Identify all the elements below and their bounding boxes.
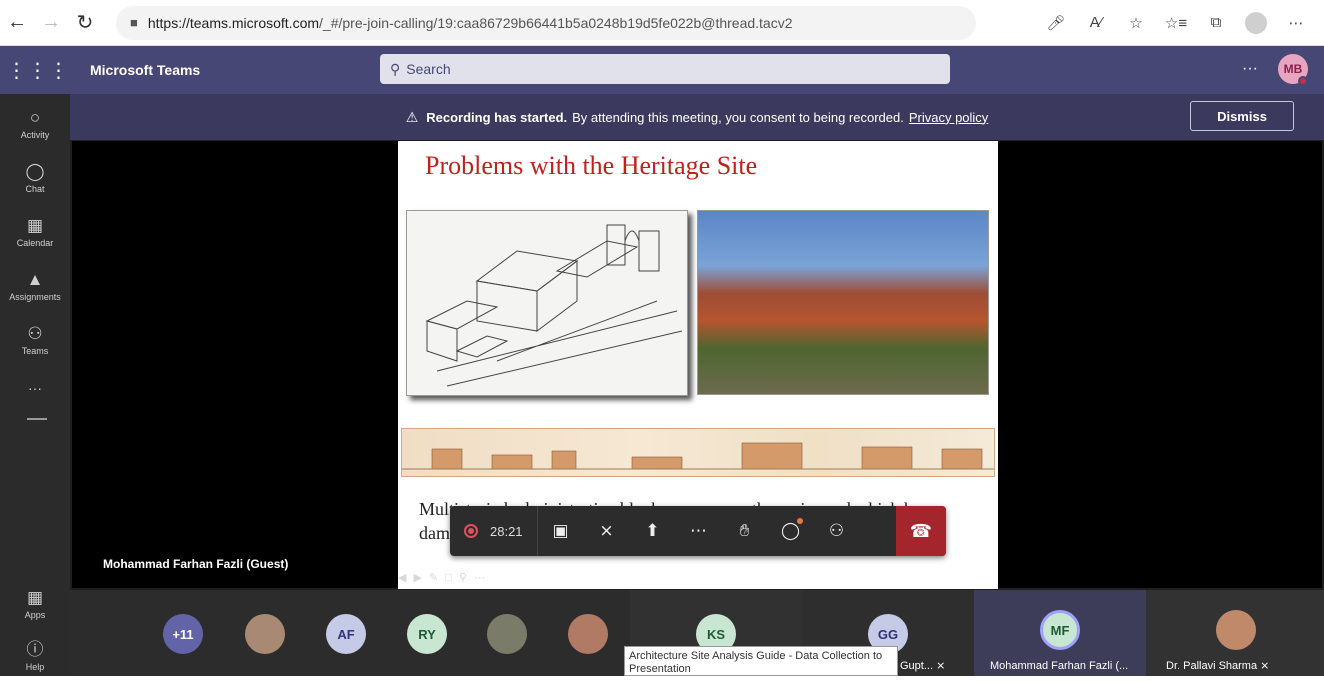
rail-item-chat[interactable]: ◯ Chat <box>0 152 70 204</box>
tooltip: Architecture Site Analysis Guide - Data … <box>624 646 898 676</box>
banner-bold: Recording has started. <box>426 109 568 125</box>
rail-label: Apps <box>24 610 46 620</box>
avatar <box>1216 610 1256 650</box>
rail-divider <box>27 418 47 420</box>
chat-icon[interactable]: ◯ <box>768 506 814 556</box>
read-aloud-icon[interactable]: A⁄ <box>1078 6 1114 40</box>
app-title: Microsoft Teams <box>90 62 201 78</box>
facade-strip-image <box>401 428 995 477</box>
presenter-name: Mohammad Farhan Fazli (Guest) <box>103 557 289 571</box>
participant-name: Gupt... ⨯ <box>900 660 946 672</box>
avatar-initials: MB <box>1283 62 1303 76</box>
status-icon <box>1298 76 1308 86</box>
slide-title: Problems with the Heritage Site <box>425 151 758 180</box>
app-bar: ○ Activity ◯ Chat ▦ Calendar ▲ Assignmen… <box>0 94 70 676</box>
rail-item-help[interactable]: ⓘ Help <box>0 630 70 682</box>
browser-toolbar: ← → ↻ ■ https://teams.microsoft.com/_#/p… <box>0 0 1324 46</box>
avatar-initials: KS <box>706 626 726 642</box>
favorites-icon[interactable]: ☆≡ <box>1158 6 1194 40</box>
rail-item-activity[interactable]: ○ Activity <box>0 98 70 150</box>
forward-icon[interactable]: → <box>34 6 68 40</box>
warning-icon: ⚠ <box>405 108 419 125</box>
url-host: https://teams.microsoft.com <box>147 14 320 31</box>
avatar[interactable] <box>487 614 527 654</box>
participants-icon[interactable]: ⚇ <box>814 506 860 556</box>
participant-avatars: +11 AF RY <box>70 590 630 676</box>
browser-menu-icon[interactable]: ⋯ <box>1278 6 1314 40</box>
chat-icon: ◯ <box>25 162 45 181</box>
microphone-icon[interactable]: 🎤︎ <box>1038 6 1074 40</box>
avatar-initials: +11 <box>172 626 194 642</box>
dismiss-button[interactable]: Dismiss <box>1190 101 1294 131</box>
more-participants-button[interactable]: +11 <box>163 614 203 654</box>
avatar[interactable]: AF <box>326 614 366 654</box>
url-path: /_#/pre-join-calling/19:caa86729b66441b5… <box>319 14 793 31</box>
unread-badge <box>796 518 803 524</box>
camera-off-icon[interactable]: ▣ <box>538 506 584 556</box>
hang-up-icon[interactable]: ☎ <box>896 506 946 556</box>
more-apps-icon[interactable]: ··· <box>0 380 70 396</box>
rail-label: Calendar <box>16 238 54 248</box>
search-input[interactable]: ⚲ Search <box>380 54 950 84</box>
profile-icon[interactable] <box>1238 6 1274 40</box>
participant-name: Dr. Pallavi Sharma ⨯ <box>1166 660 1270 672</box>
search-icon: ⚲ <box>390 60 401 77</box>
refresh-icon[interactable]: ↻ <box>68 6 102 40</box>
favorite-add-icon[interactable]: ☆ <box>1118 6 1154 40</box>
help-icon: ⓘ <box>26 640 44 659</box>
more-options-icon[interactable]: ··· <box>1242 60 1258 78</box>
participant-tile[interactable]: Dr. Pallavi Sharma ⨯ <box>1146 590 1324 676</box>
avatar-initials: RY <box>418 626 436 642</box>
lock-icon: ■ <box>130 15 138 30</box>
back-icon[interactable]: ← <box>0 6 34 40</box>
collections-icon[interactable]: ⧉ <box>1198 6 1234 40</box>
address-bar[interactable]: ■ https://teams.microsoft.com/_#/pre-joi… <box>116 5 976 40</box>
avatar[interactable]: MB <box>1278 54 1308 86</box>
apps-icon: ▦ <box>26 588 44 607</box>
rail-label: Activity <box>20 130 50 140</box>
avatar[interactable] <box>245 614 285 654</box>
avatar-initials: MF <box>1050 622 1070 638</box>
rail-label: Chat <box>25 184 45 194</box>
slide-navigation[interactable]: ◀ ▶ ✎ □ ⚲ ⋯ <box>398 571 487 584</box>
rail-item-assignments[interactable]: ▲ Assignments <box>0 260 70 312</box>
rail-item-calendar[interactable]: ▦ Calendar <box>0 206 70 258</box>
rail-label: Assignments <box>9 292 61 302</box>
app-launcher-icon[interactable]: ⋮⋮⋮ <box>0 46 76 94</box>
teams-icon: ⚇ <box>27 324 43 343</box>
rail-item-apps[interactable]: ▦ Apps <box>0 578 70 630</box>
share-screen-icon[interactable]: ⬆ <box>630 506 676 556</box>
bell-icon: ○ <box>29 108 41 127</box>
rail-label: Help <box>25 662 45 672</box>
search-placeholder: Search <box>406 61 451 77</box>
participant-name: Mohammad Farhan Fazli (... <box>990 660 1129 672</box>
more-actions-icon[interactable]: ⋯ <box>676 506 722 556</box>
avatar[interactable]: RY <box>407 614 447 654</box>
teams-header: ⋮⋮⋮ Microsoft Teams ⚲ Search ··· MB <box>0 46 1324 94</box>
participant-tile-active[interactable]: MF Mohammad Farhan Fazli (... <box>974 590 1146 676</box>
avatar[interactable] <box>568 614 608 654</box>
banner-text: By attending this meeting, you consent t… <box>572 109 904 125</box>
rail-label: Teams <box>21 346 49 356</box>
avatar-initials: AF <box>337 626 355 642</box>
rail-item-teams[interactable]: ⚇ Teams <box>0 314 70 366</box>
raise-hand-icon[interactable]: ✋︎ <box>722 506 768 556</box>
privacy-policy-link[interactable]: Privacy policy <box>909 110 988 125</box>
assignments-icon: ▲ <box>26 270 44 289</box>
sketch-image <box>406 210 688 396</box>
recording-icon <box>464 524 478 538</box>
call-timer: 28:21 <box>490 523 523 539</box>
heritage-building-photo <box>697 210 989 395</box>
recording-indicator: 28:21 <box>450 506 538 556</box>
avatar-initials: GG <box>877 626 899 642</box>
mic-off-icon[interactable]: ⨯ <box>584 506 630 556</box>
calendar-icon: ▦ <box>26 216 44 235</box>
recording-banner: ⚠ Recording has started. By attending th… <box>70 94 1324 140</box>
avatar: MF <box>1040 610 1080 650</box>
call-controls: 28:21 ▣ ⨯ ⬆ ⋯ ✋︎ ◯ ⚇ ☎ <box>450 506 946 556</box>
